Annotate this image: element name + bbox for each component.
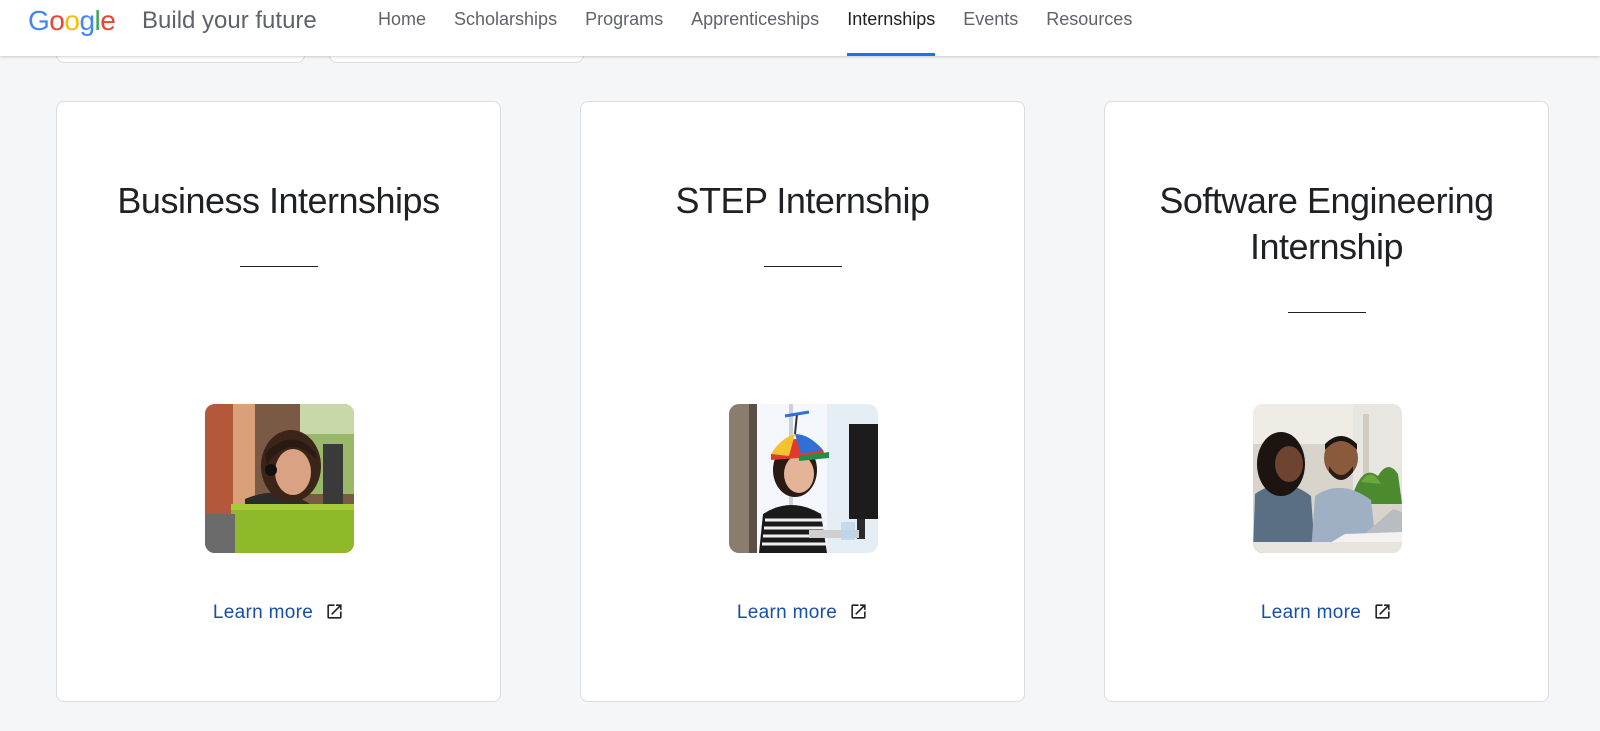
learn-more-label: Learn more — [212, 602, 314, 623]
top-header: Google Build your future Home Scholarshi… — [0, 0, 1600, 56]
main-nav: Home Scholarships Programs Apprenticeshi… — [364, 0, 1146, 56]
internship-card-step: STEP Internship Learn more — [580, 101, 1025, 702]
learn-more-link[interactable]: Learn more — [581, 600, 1024, 629]
nav-home[interactable]: Home — [364, 0, 440, 56]
nav-scholarships[interactable]: Scholarships — [440, 0, 571, 56]
nav-programs[interactable]: Programs — [571, 0, 677, 56]
title-divider — [1287, 312, 1366, 313]
open-in-new-icon — [325, 602, 344, 629]
nav-internships[interactable]: Internships — [833, 0, 949, 56]
open-in-new-icon — [1373, 602, 1392, 629]
card-title: Software Engineering Internship — [1159, 180, 1494, 267]
nav-events[interactable]: Events — [949, 0, 1032, 56]
woman-with-headset-photo — [204, 404, 354, 553]
learn-more-link[interactable]: Learn more — [1105, 600, 1548, 629]
nav-resources[interactable]: Resources — [1032, 0, 1146, 56]
two-people-at-laptop-photo — [1252, 404, 1402, 553]
google-logo[interactable]: Google — [28, 3, 116, 39]
intern-with-propeller-cap-photo — [728, 404, 878, 553]
site-title[interactable]: Build your future — [142, 4, 317, 38]
nav-apprenticeships[interactable]: Apprenticeships — [677, 0, 833, 56]
internship-card-software-engineering: Software Engineering Internship Learn mo… — [1104, 101, 1549, 702]
title-divider — [763, 266, 842, 267]
card-title: Business Internships — [117, 180, 440, 221]
title-divider — [239, 266, 318, 267]
internship-card-business: Business Internships Learn more — [56, 101, 501, 702]
card-title: STEP Internship — [675, 180, 930, 221]
learn-more-label: Learn more — [736, 602, 838, 623]
learn-more-link[interactable]: Learn more — [57, 600, 500, 629]
open-in-new-icon — [849, 602, 868, 629]
learn-more-label: Learn more — [1260, 602, 1362, 623]
